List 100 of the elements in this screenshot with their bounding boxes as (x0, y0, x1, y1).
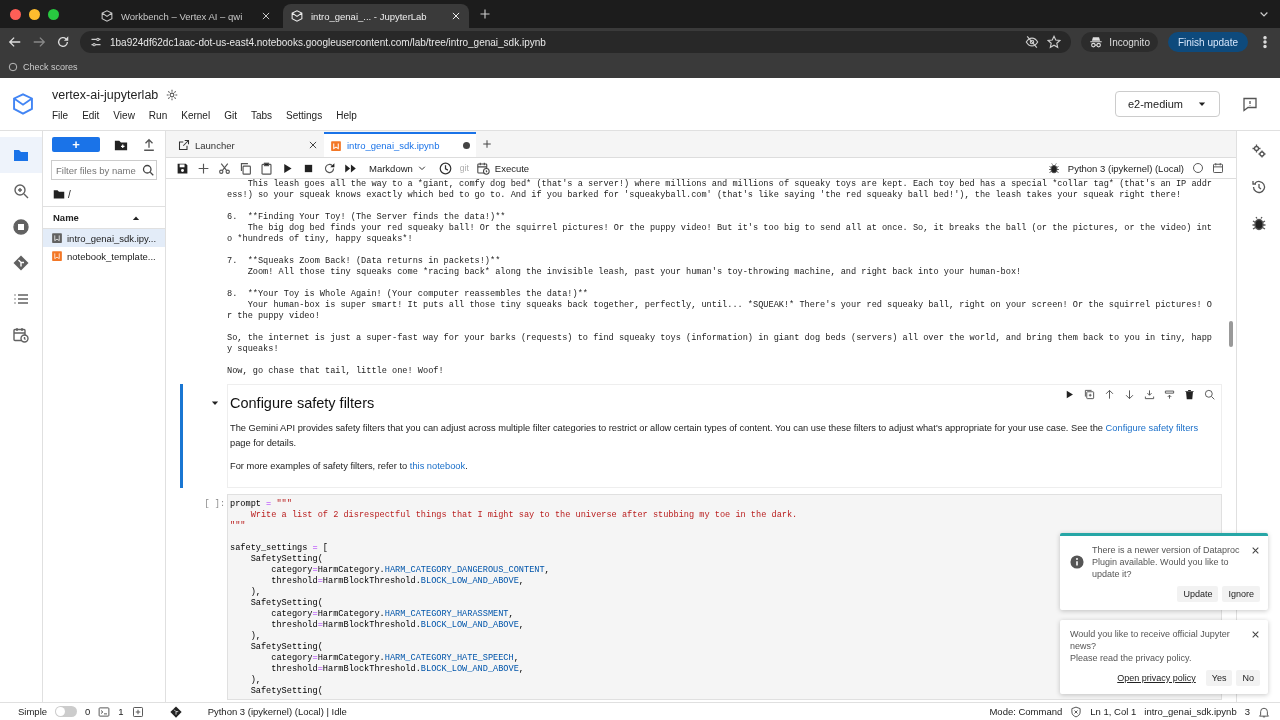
menu-item[interactable]: Settings (286, 109, 323, 121)
save-icon[interactable] (176, 161, 189, 175)
cell-type-dropdown[interactable]: Markdown (365, 162, 431, 174)
minimize-window-button[interactable] (29, 8, 40, 20)
document-tab[interactable]: Launcher (172, 133, 324, 157)
close-icon[interactable] (1251, 546, 1260, 555)
incognito-badge[interactable]: Incognito (1081, 32, 1158, 52)
site-settings-icon[interactable] (90, 36, 102, 48)
finish-update-button[interactable]: Finish update (1167, 32, 1248, 52)
notebook-entry[interactable]: intro_genai_sdk.ipy... (43, 229, 165, 247)
privacy-policy-link[interactable]: Open privacy policy (1111, 670, 1202, 686)
menu-item[interactable]: File (52, 109, 69, 121)
add-tab-icon[interactable] (482, 139, 492, 149)
menu-item[interactable]: Kernel (181, 109, 211, 121)
kernel-icon[interactable] (131, 705, 144, 718)
notification-action-button[interactable]: Update (1177, 586, 1219, 602)
new-tab-icon[interactable] (479, 8, 491, 20)
menu-item[interactable]: Edit (82, 109, 100, 121)
close-icon[interactable] (1251, 630, 1260, 639)
bookmark-item[interactable]: Check scores (8, 62, 78, 72)
address-bar[interactable]: 1ba924df62dc1aac-dot-us-east4.notebooks.googleusercontent.com/lab/tree/intro_genai_sdk.ipynb (80, 31, 1072, 53)
close-window-button[interactable] (10, 8, 21, 20)
notification-action-button[interactable]: Yes (1205, 670, 1233, 686)
new-launcher-button[interactable]: + (52, 137, 100, 152)
trash-icon[interactable] (1184, 389, 1195, 400)
code-line: Write a list of 2 disrespectful things that I might say to the universe after stubbing my toe in the dark. (249, 509, 798, 521)
notebook-file-icon (51, 250, 63, 262)
execute-button[interactable]: Execute (476, 161, 530, 175)
insert-above-icon[interactable] (1164, 389, 1175, 400)
kernel-status[interactable]: Python 3 (ipykernel) (Local) | Idle (207, 706, 347, 717)
menu-item[interactable]: Git (224, 109, 237, 121)
browser-tab[interactable]: intro_genai_... - JupyterLab (283, 4, 469, 28)
back-icon[interactable] (8, 35, 22, 49)
calendar-clock-icon (13, 327, 29, 343)
git-icon[interactable] (169, 705, 182, 718)
maximize-window-button[interactable] (48, 8, 59, 20)
bookmark-star-icon[interactable] (1047, 35, 1062, 49)
feedback-icon[interactable] (1242, 96, 1258, 112)
paste-icon[interactable] (260, 161, 273, 175)
kernel-name[interactable]: Python 3 (ipykernel) (Local) (1067, 162, 1184, 174)
notification-action-button[interactable]: No (1236, 670, 1260, 686)
clock-icon[interactable] (438, 161, 452, 175)
tab-favicon-icon (291, 10, 303, 22)
arrow-up-icon[interactable] (1104, 389, 1115, 400)
debugger-icon[interactable] (1047, 162, 1060, 174)
property-inspector-icon[interactable] (1250, 143, 1267, 159)
bookmark-globe-icon (8, 62, 18, 72)
document-tab[interactable]: intro_genai_sdk.ipynb (324, 132, 476, 157)
notification-action-button[interactable]: Ignore (1222, 586, 1260, 602)
menu-item[interactable]: View (113, 109, 135, 121)
sidebar-tab[interactable] (0, 137, 42, 173)
close-tab-icon[interactable] (308, 140, 318, 150)
eye-off-icon[interactable] (1025, 35, 1040, 49)
markdown-source-line: Zoom! All those tiny squeaks come *racing back* along the invisible leash, past your human's toy-throwing machine, and right back into your human-box! (246, 267, 1022, 278)
menu-item[interactable]: Run (148, 109, 168, 121)
mode-label: Simple (18, 706, 48, 717)
markdown-source-line: The big dog bed finds your red squeaky ball! Or the squirrel pictures! Or the puppy video! But it's too big to send all at once. So, it breaks the ball (or the pictures, or the video) int (246, 223, 1212, 234)
history-icon[interactable] (1250, 179, 1267, 195)
info-icon (1070, 555, 1084, 569)
copy-icon[interactable] (239, 161, 252, 175)
restart-icon[interactable] (323, 161, 336, 175)
reload-icon[interactable] (56, 35, 70, 49)
plus-icon[interactable] (197, 161, 210, 175)
notification-count[interactable]: 3 (1244, 706, 1250, 717)
kernel-count: 1 (118, 706, 124, 717)
link[interactable]: Configure safety filters (1105, 423, 1199, 433)
notebook-icon (330, 139, 342, 152)
play-icon[interactable] (1064, 389, 1075, 400)
section-heading: Configure safety filters (230, 395, 376, 411)
simple-mode-toggle[interactable] (55, 706, 78, 717)
duplicate-icon[interactable] (1084, 389, 1095, 400)
menu-item[interactable]: Help (336, 109, 357, 121)
folder-icon[interactable] (53, 188, 65, 200)
git-icon (13, 255, 29, 271)
breadcrumb[interactable]: / (68, 188, 71, 200)
markdown-source-line: y squeaks! (227, 344, 279, 355)
markdown-source-line: 8. **Your Toy is Whole Again! (Your computer reassembles the data!)** (227, 289, 588, 300)
notification-message: Please read the privacy policy. (1070, 652, 1193, 664)
terminal-icon[interactable] (98, 705, 111, 718)
debugger-icon[interactable] (1250, 215, 1267, 231)
browser-tab[interactable]: Workbench – Vertex AI – qwi (93, 4, 279, 28)
notebook-entry[interactable]: notebook_template... (43, 247, 165, 265)
shield-icon[interactable] (1070, 705, 1083, 718)
upload-icon[interactable] (142, 137, 156, 152)
arrow-down-icon[interactable] (1124, 389, 1135, 400)
play-icon[interactable] (281, 161, 294, 175)
bell-icon[interactable] (1258, 705, 1270, 718)
settings-icon[interactable] (166, 88, 179, 101)
cursor-position[interactable]: Ln 1, Col 1 (1090, 706, 1137, 717)
notification-message: There is a newer version of Dataproc Plugin available. Would you like to update it? (1092, 544, 1241, 580)
machine-type-dropdown[interactable]: e2-medium (1114, 91, 1220, 117)
filter-field[interactable]: Filter files by name (51, 160, 157, 180)
scissors-icon[interactable] (218, 161, 231, 175)
zoom-icon[interactable] (1204, 389, 1215, 400)
menu-item[interactable]: Tabs (250, 109, 273, 121)
code-line: ), (249, 630, 261, 642)
code-line: category=HarmCategory.HARM_CATEGORY_DANGEROUS_CONTENT, (270, 564, 550, 576)
insert-below-icon[interactable] (1144, 389, 1155, 400)
calendar-icon[interactable] (1212, 162, 1224, 174)
forward-icon[interactable] (32, 35, 46, 49)
